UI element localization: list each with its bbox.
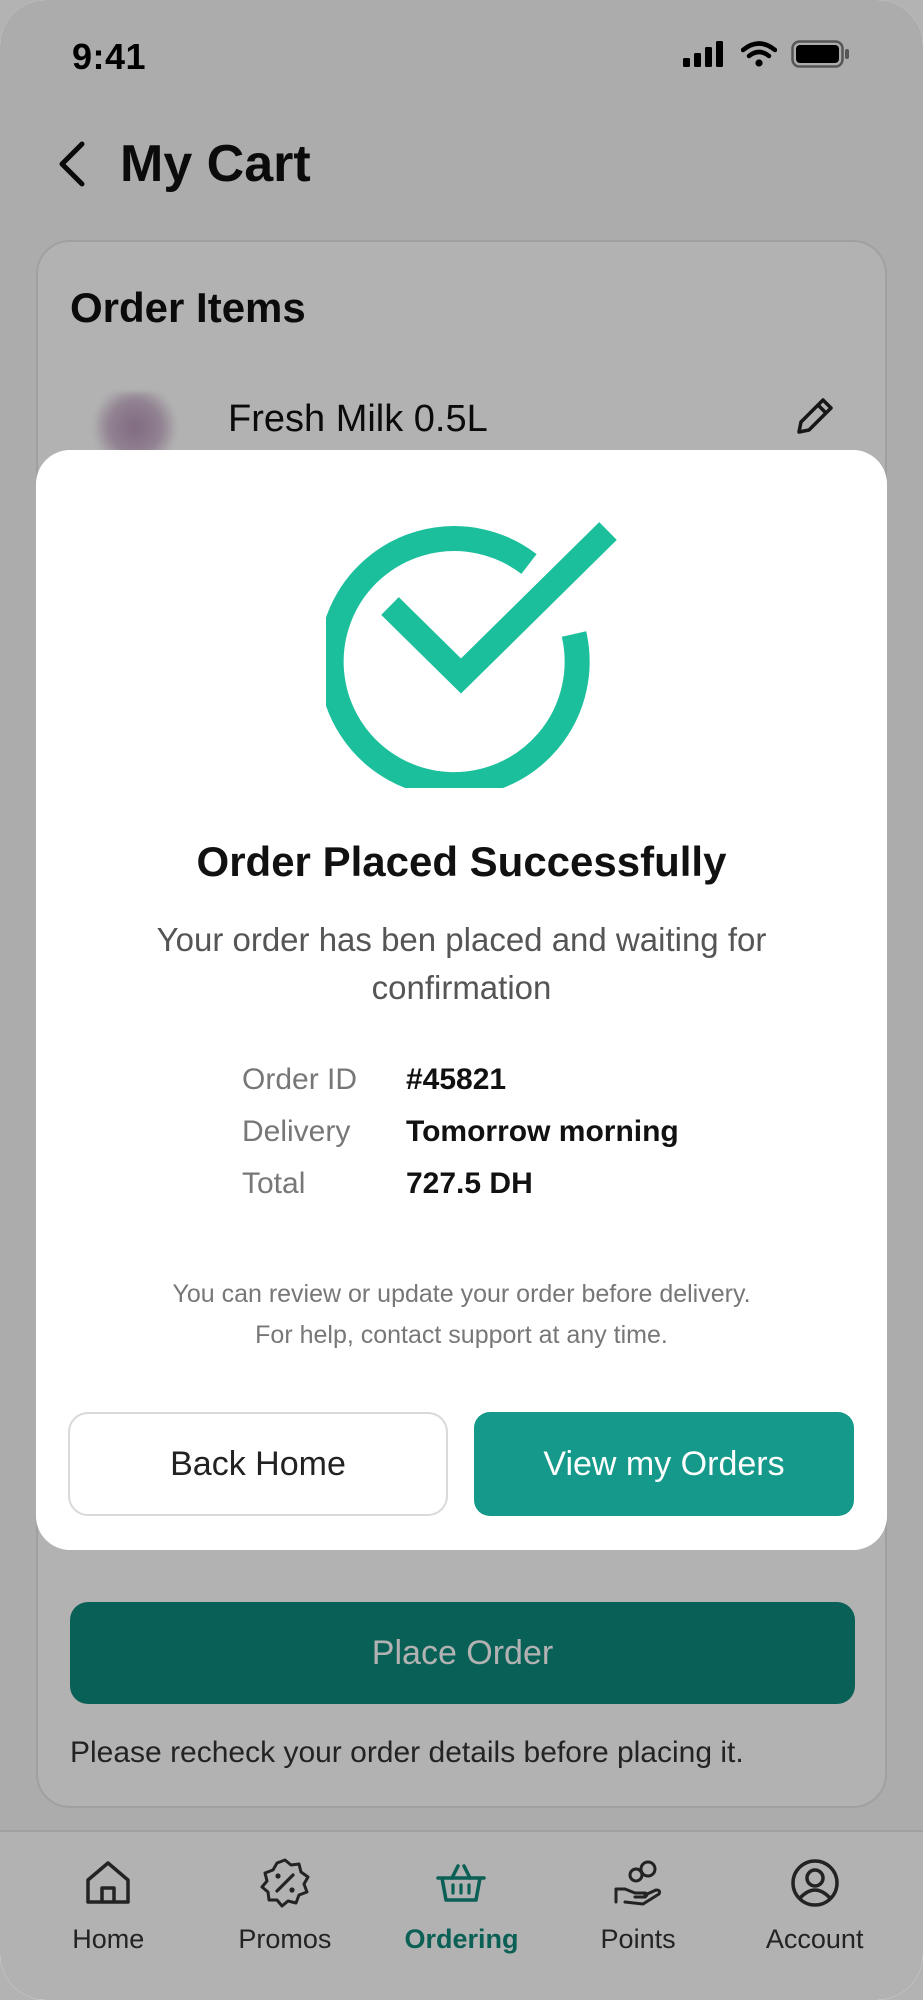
order-details: Order ID #45821 Delivery Tomorrow mornin…	[242, 1054, 679, 1210]
note-line: You can review or update your order befo…	[172, 1280, 751, 1308]
view-orders-button[interactable]: View my Orders	[474, 1412, 854, 1516]
modal-message: Your order has ben placed and waiting fo…	[156, 921, 767, 1006]
modal-note: You can review or update your order befo…	[36, 1274, 887, 1356]
note-line: For help, contact support at any time.	[255, 1321, 668, 1349]
detail-row-delivery: Delivery Tomorrow morning	[242, 1106, 679, 1158]
detail-label: Order ID	[242, 1063, 358, 1096]
detail-value: 727.5 DH	[406, 1167, 533, 1200]
detail-label: Delivery	[242, 1115, 351, 1148]
order-success-modal: Order Placed Successfully Your order has…	[36, 450, 887, 1550]
detail-row-order-id: Order ID #45821	[242, 1054, 679, 1106]
detail-value: #45821	[406, 1063, 507, 1096]
detail-label: Total	[242, 1167, 306, 1200]
app-screen: 9:41 My Cart Order Items Fresh Milk 0.5L	[0, 0, 923, 2000]
modal-title: Order Placed Successfully	[196, 838, 727, 885]
detail-row-total: Total 727.5 DH	[242, 1158, 679, 1210]
detail-value: Tomorrow morning	[406, 1115, 679, 1148]
success-check-icon	[326, 522, 617, 788]
back-home-button[interactable]: Back Home	[68, 1412, 448, 1516]
